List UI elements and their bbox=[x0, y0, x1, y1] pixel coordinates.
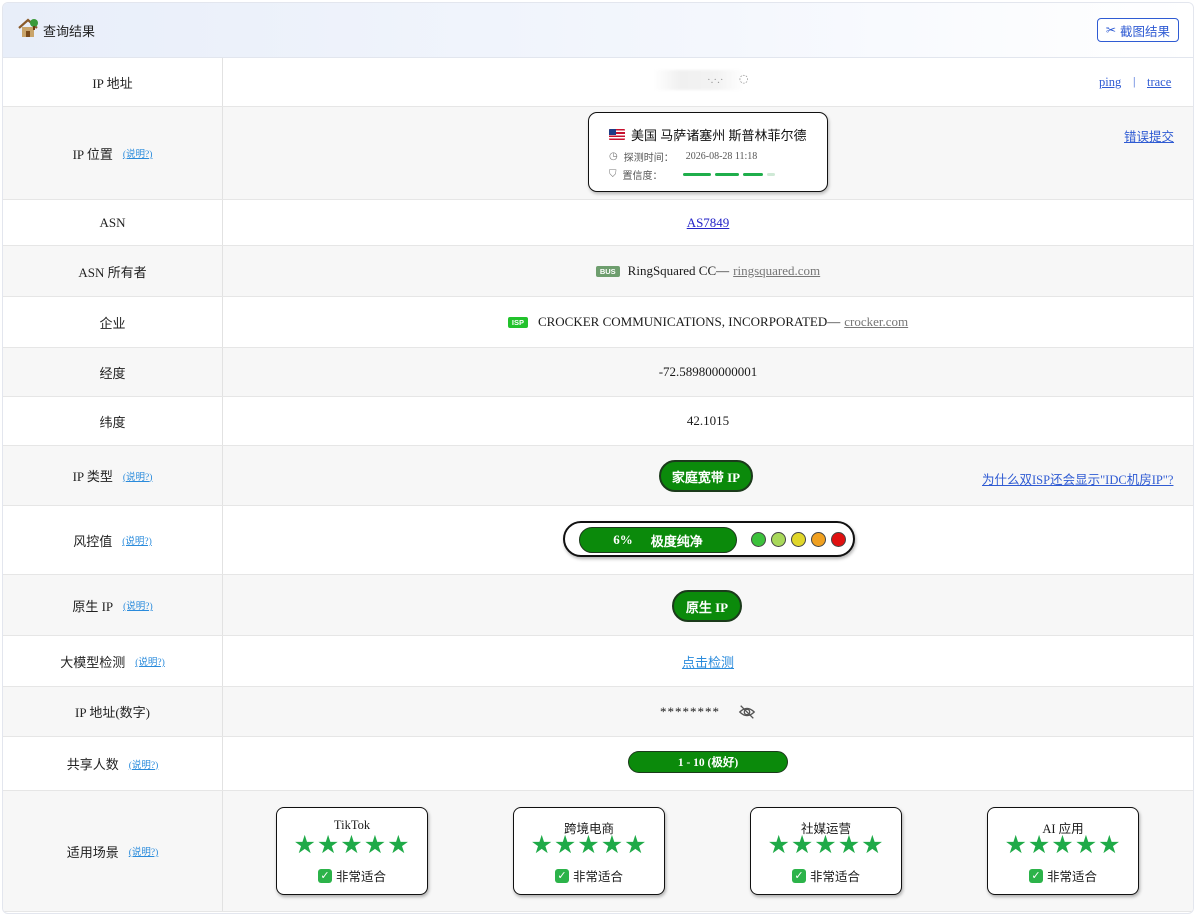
table-row-asn-owner: ASN 所有者 BUS RingSquared CC — ringsquared… bbox=[3, 246, 1193, 297]
row-label: 风控值 (说明?) bbox=[3, 506, 223, 574]
asn-link[interactable]: AS7849 bbox=[687, 215, 730, 231]
panel-title: 查询结果 bbox=[43, 24, 96, 39]
row-label: ASN bbox=[3, 200, 223, 245]
probe-time-label: 探测时间： bbox=[623, 153, 674, 164]
star-rating: ★★★★★ bbox=[1004, 830, 1122, 859]
row-label: IP 地址(数字) bbox=[3, 687, 223, 736]
row-label: ASN 所有者 bbox=[3, 246, 223, 296]
isp-badge: ISP bbox=[507, 316, 528, 328]
row-label: 共享人数 (说明?) bbox=[3, 737, 223, 790]
location-card: 美国 马萨诸塞州 斯普林菲尔德 ◷ 探测时间： 2026-08-28 11:18… bbox=[588, 112, 828, 192]
masked-ip-text: ·.·.· bbox=[707, 74, 724, 86]
row-label: 适用场景 (说明?) bbox=[3, 791, 223, 911]
table-row-ip-type: IP 类型 (说明?) 家庭宽带 IP 为什么双ISP还会显示"IDC机房IP"… bbox=[3, 446, 1193, 506]
row-label: 原生 IP (说明?) bbox=[3, 575, 223, 635]
location-text: 美国 马萨诸塞州 斯普林菲尔德 bbox=[631, 128, 807, 143]
table-row-ip-address: IP 地址 ·.·.· ◌ ping | trace bbox=[3, 58, 1193, 107]
scissors-icon: ✂ bbox=[1105, 23, 1116, 37]
ip-visibility-icon[interactable]: ◌ bbox=[739, 72, 749, 85]
star-rating: ★★★★★ bbox=[293, 830, 411, 859]
asn-owner-name: RingSquared CC bbox=[627, 263, 717, 278]
help-link[interactable]: (说明?) bbox=[135, 654, 165, 668]
clock-icon: ◷ bbox=[609, 151, 618, 162]
panel-header: 查询结果 ✂ 截图结果 bbox=[3, 3, 1193, 58]
row-label: IP 类型 (说明?) bbox=[3, 446, 223, 505]
company-domain-link[interactable]: crocker.com bbox=[844, 314, 908, 330]
scenario-card-ecommerce: 跨境电商 ★★★★★ ✓ 非常适合 bbox=[513, 807, 665, 895]
probe-time-value: 2026-08-28 11:18 bbox=[685, 151, 758, 162]
risk-dot-yellow bbox=[791, 532, 806, 547]
latitude-value: 42.1015 bbox=[686, 413, 730, 428]
risk-dot-orange bbox=[811, 532, 826, 547]
row-label: 经度 bbox=[3, 348, 223, 396]
eye-off-icon[interactable] bbox=[738, 703, 756, 721]
table-row-longitude: 经度 -72.589800000001 bbox=[3, 348, 1193, 397]
star-rating: ★★★★★ bbox=[530, 830, 648, 859]
table-row-latitude: 纬度 42.1015 bbox=[3, 397, 1193, 446]
risk-dot-red bbox=[831, 532, 846, 547]
screenshot-result-label: 截图结果 bbox=[1119, 24, 1170, 39]
help-link[interactable]: (说明?) bbox=[123, 469, 153, 483]
table-row-shared-users: 共享人数 (说明?) 1 - 10 (极好) bbox=[3, 737, 1193, 791]
confidence-label: 置信度： bbox=[622, 171, 663, 182]
table-row-llm-check: 大模型检测 (说明?) 点击检测 bbox=[3, 636, 1193, 687]
risk-text: 极度纯净 bbox=[650, 533, 703, 549]
link-separator: | bbox=[1133, 74, 1136, 88]
table-row-risk: 风控值 (说明?) 6% 极度纯净 bbox=[3, 506, 1193, 575]
check-icon: ✓ bbox=[791, 868, 806, 883]
masked-ip-value bbox=[653, 70, 745, 90]
table-row-native-ip: 原生 IP (说明?) 原生 IP bbox=[3, 575, 1193, 636]
table-row-ip-numeric: IP 地址(数字) ******** bbox=[3, 687, 1193, 737]
table-row-company: 企业 ISP CROCKER COMMUNICATIONS, INCORPORA… bbox=[3, 297, 1193, 348]
ping-link[interactable]: ping bbox=[1099, 75, 1121, 90]
dash: — bbox=[827, 314, 841, 329]
scenario-card-tiktok: TikTok ★★★★★ ✓ 非常适合 bbox=[276, 807, 428, 895]
confidence-meter bbox=[682, 173, 779, 176]
check-icon: ✓ bbox=[317, 868, 332, 883]
ip-type-badge: 家庭宽带 IP bbox=[659, 460, 753, 492]
star-rating: ★★★★★ bbox=[767, 830, 885, 859]
help-link[interactable]: (说明?) bbox=[123, 146, 153, 160]
help-link[interactable]: (说明?) bbox=[129, 844, 159, 858]
shared-users-badge: 1 - 10 (极好) bbox=[628, 751, 788, 773]
risk-percent: 6% bbox=[613, 532, 633, 547]
us-flag-icon bbox=[609, 129, 625, 140]
dual-isp-faq-link[interactable]: 为什么双ISP还会显示"IDC机房IP"? bbox=[982, 469, 1173, 488]
help-link[interactable]: (说明?) bbox=[122, 533, 152, 547]
row-label: IP 地址 bbox=[3, 58, 223, 106]
llm-check-link[interactable]: 点击检测 bbox=[682, 652, 734, 671]
company-name: CROCKER COMMUNICATIONS, INCORPORATED bbox=[537, 314, 828, 329]
help-link[interactable]: (说明?) bbox=[129, 757, 159, 771]
native-ip-badge: 原生 IP bbox=[672, 590, 742, 622]
risk-dot-green bbox=[751, 532, 766, 547]
table-row-ip-location: IP 位置 (说明?) 美国 马萨诸塞州 斯普林菲尔德 ◷ 探测时间： 2026… bbox=[3, 107, 1193, 200]
row-label: 纬度 bbox=[3, 397, 223, 445]
row-label: 企业 bbox=[3, 297, 223, 347]
dash: — bbox=[716, 263, 730, 278]
row-label: IP 位置 (说明?) bbox=[3, 107, 223, 199]
check-icon: ✓ bbox=[554, 868, 569, 883]
ip-numeric-masked: ******** bbox=[660, 703, 720, 719]
risk-dot-lightgreen bbox=[771, 532, 786, 547]
trace-link[interactable]: trace bbox=[1147, 75, 1171, 90]
risk-score-bar: 6% 极度纯净 bbox=[579, 527, 737, 553]
table-row-asn: ASN AS7849 bbox=[3, 200, 1193, 246]
scenario-card-ai-apps: AI 应用 ★★★★★ ✓ 非常适合 bbox=[987, 807, 1139, 895]
asn-owner-domain-link[interactable]: ringsquared.com bbox=[733, 263, 820, 279]
shield-check-icon: ⛉ bbox=[609, 169, 617, 180]
table-row-scenarios: 适用场景 (说明?) TikTok ★★★★★ ✓ 非常适合 跨境电商 ★★★★★… bbox=[3, 791, 1193, 912]
scenario-card-social-media: 社媒运营 ★★★★★ ✓ 非常适合 bbox=[750, 807, 902, 895]
longitude-value: -72.589800000001 bbox=[658, 364, 758, 379]
row-label: 大模型检测 (说明?) bbox=[3, 636, 223, 686]
help-link[interactable]: (说明?) bbox=[123, 598, 153, 612]
result-panel: 查询结果 ✂ 截图结果 IP 地址 ·.·.· ◌ ping | trace I… bbox=[2, 2, 1194, 914]
screenshot-result-button[interactable]: ✂ 截图结果 bbox=[1096, 18, 1179, 42]
report-error-link[interactable]: 错误提交 bbox=[1124, 126, 1174, 145]
check-icon: ✓ bbox=[1028, 868, 1043, 883]
business-badge: BUS bbox=[595, 265, 620, 277]
house-icon bbox=[18, 18, 38, 37]
risk-score-card: 6% 极度纯净 bbox=[563, 521, 855, 557]
